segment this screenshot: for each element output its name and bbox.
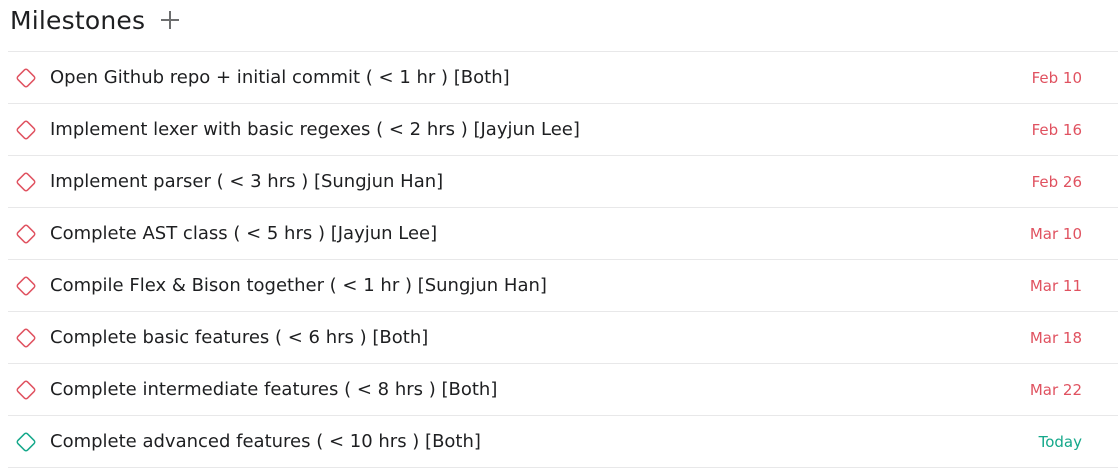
milestone-name[interactable]: Complete advanced features ( < 10 hrs ) … xyxy=(50,431,481,452)
milestone-due-date[interactable]: Mar 18 xyxy=(1030,329,1082,347)
milestone-row[interactable]: Implement lexer with basic regexes ( < 2… xyxy=(8,104,1118,156)
milestone-name[interactable]: Implement lexer with basic regexes ( < 2… xyxy=(50,119,580,140)
milestone-diamond-icon[interactable] xyxy=(15,327,37,349)
milestone-row[interactable]: Complete advanced features ( < 10 hrs ) … xyxy=(8,416,1118,468)
milestone-name[interactable]: Open Github repo + initial commit ( < 1 … xyxy=(50,67,510,88)
add-milestone-button[interactable] xyxy=(159,9,181,31)
milestone-due-date[interactable]: Feb 10 xyxy=(1032,69,1082,87)
milestones-header: Milestones xyxy=(10,0,181,40)
milestone-due-date[interactable]: Mar 22 xyxy=(1030,381,1082,399)
milestone-diamond-icon[interactable] xyxy=(15,67,37,89)
milestone-row[interactable]: Complete basic features ( < 6 hrs ) [Bot… xyxy=(8,312,1118,364)
milestone-diamond-icon[interactable] xyxy=(15,275,37,297)
milestone-row[interactable]: Complete intermediate features ( < 8 hrs… xyxy=(8,364,1118,416)
milestone-row[interactable]: Implement parser ( < 3 hrs ) [Sungjun Ha… xyxy=(8,156,1118,208)
milestone-name[interactable]: Complete intermediate features ( < 8 hrs… xyxy=(50,379,497,400)
milestone-due-date[interactable]: Feb 26 xyxy=(1032,173,1082,191)
milestone-diamond-icon[interactable] xyxy=(15,119,37,141)
milestone-name[interactable]: Complete basic features ( < 6 hrs ) [Bot… xyxy=(50,327,428,348)
milestone-due-date[interactable]: Today xyxy=(1039,433,1082,451)
milestone-diamond-icon[interactable] xyxy=(15,223,37,245)
milestone-diamond-icon[interactable] xyxy=(15,431,37,453)
milestone-due-date[interactable]: Mar 11 xyxy=(1030,277,1082,295)
milestone-list: Open Github repo + initial commit ( < 1 … xyxy=(8,51,1118,468)
section-title: Milestones xyxy=(10,5,146,35)
milestone-due-date[interactable]: Mar 10 xyxy=(1030,225,1082,243)
milestone-name[interactable]: Implement parser ( < 3 hrs ) [Sungjun Ha… xyxy=(50,171,443,192)
milestone-name[interactable]: Compile Flex & Bison together ( < 1 hr )… xyxy=(50,275,547,296)
milestone-diamond-icon[interactable] xyxy=(15,379,37,401)
milestone-diamond-icon[interactable] xyxy=(15,171,37,193)
milestone-row[interactable]: Open Github repo + initial commit ( < 1 … xyxy=(8,52,1118,104)
milestone-name[interactable]: Complete AST class ( < 5 hrs ) [Jayjun L… xyxy=(50,223,437,244)
milestone-row[interactable]: Compile Flex & Bison together ( < 1 hr )… xyxy=(8,260,1118,312)
milestone-row[interactable]: Complete AST class ( < 5 hrs ) [Jayjun L… xyxy=(8,208,1118,260)
milestone-due-date[interactable]: Feb 16 xyxy=(1032,121,1082,139)
